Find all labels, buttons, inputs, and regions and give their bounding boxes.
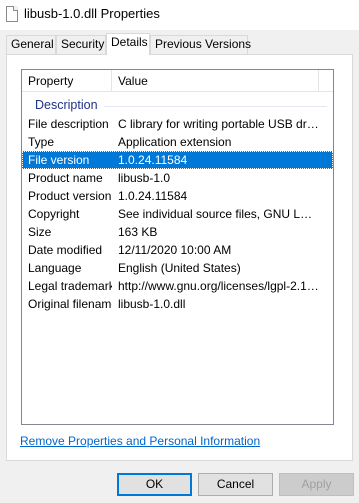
tab-general[interactable]: General [6, 35, 56, 54]
property-value: libusb-1.0 [118, 171, 171, 185]
property-name: Legal trademarks [28, 279, 112, 293]
property-name: Product version [28, 189, 112, 203]
column-header-property[interactable]: Property [22, 70, 112, 92]
title-bar: libusb-1.0.dll Properties [0, 0, 359, 30]
table-row[interactable]: File version 1.0.24.11584 [22, 151, 333, 169]
details-list[interactable]: Property Value Description File descript… [21, 69, 334, 425]
property-name: File description [28, 117, 109, 131]
property-value: http://www.gnu.org/licenses/lgpl-2.1.h..… [118, 279, 320, 293]
property-name: Original filename [28, 297, 112, 311]
window-title: libusb-1.0.dll Properties [24, 6, 160, 21]
table-row[interactable]: Date modified 12/11/2020 10:00 AM [22, 241, 333, 259]
remove-properties-link[interactable]: Remove Properties and Personal Informati… [20, 434, 260, 448]
property-value: 1.0.24.11584 [118, 189, 188, 203]
property-value: See individual source files, GNU LGPL ..… [118, 207, 320, 221]
property-name: Language [28, 261, 82, 275]
column-header-value[interactable]: Value [112, 70, 319, 92]
table-row[interactable]: Copyright See individual source files, GN… [22, 205, 333, 223]
table-row[interactable]: Legal trademarks http://www.gnu.org/licen… [22, 277, 333, 295]
property-name: Date modified [28, 243, 103, 257]
table-row[interactable]: Product name libusb-1.0 [22, 169, 333, 187]
table-row[interactable]: File description C library for writing po… [22, 115, 333, 133]
tab-details[interactable]: Details [106, 33, 150, 55]
tab-previous-versions[interactable]: Previous Versions [150, 35, 251, 54]
property-name: Copyright [28, 207, 80, 221]
property-name: Type [28, 135, 55, 149]
group-divider [104, 106, 327, 107]
property-value: Application extension [118, 135, 232, 149]
tab-security[interactable]: Security [56, 35, 106, 54]
property-value: C library for writing portable USB drive… [118, 117, 320, 131]
property-value: 163 KB [118, 225, 158, 239]
list-header: Property Value [22, 70, 333, 92]
property-value: libusb-1.0.dll [118, 297, 186, 311]
table-row[interactable]: Original filename libusb-1.0.dll [22, 295, 333, 313]
property-value: English (United States) [118, 261, 241, 275]
details-panel: Property Value Description File descript… [6, 54, 353, 461]
tab-strip: General Security Details Previous Versio… [6, 33, 356, 55]
ok-button[interactable]: OK [117, 473, 192, 496]
table-row[interactable]: Product version 1.0.24.11584 [22, 187, 333, 205]
cancel-button[interactable]: Cancel [198, 473, 273, 496]
table-row[interactable]: Size 163 KB [22, 223, 333, 241]
apply-button[interactable]: Apply [279, 473, 354, 496]
group-header-description[interactable]: Description [22, 97, 333, 115]
property-name: Size [28, 225, 52, 239]
group-label: Description [35, 98, 98, 112]
property-name: File version [28, 153, 90, 167]
file-icon [6, 6, 18, 22]
property-name: Product name [28, 171, 103, 185]
property-value: 12/11/2020 10:00 AM [118, 243, 232, 257]
property-value: 1.0.24.11584 [118, 153, 188, 167]
table-row[interactable]: Type Application extension [22, 133, 333, 151]
table-row[interactable]: Language English (United States) [22, 259, 333, 277]
